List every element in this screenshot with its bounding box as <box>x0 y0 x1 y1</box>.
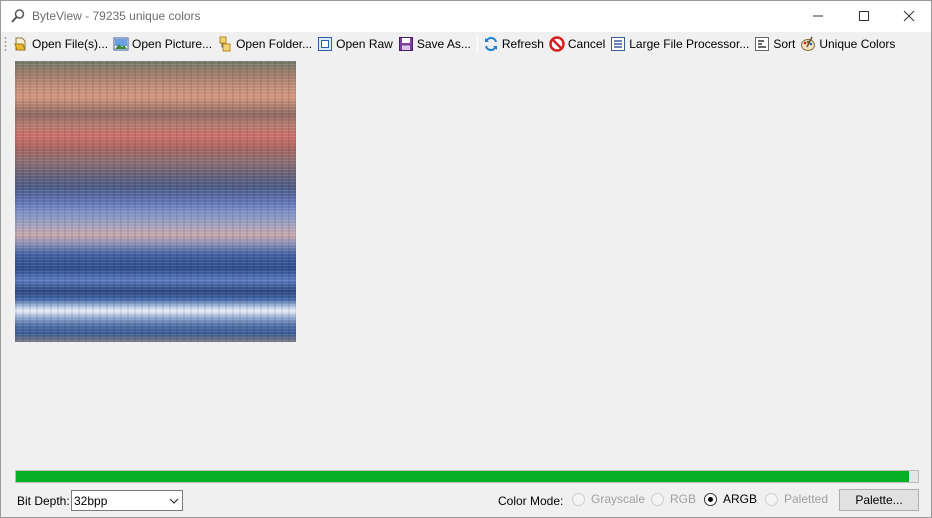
unique-colors-label: Unique Colors <box>819 37 896 51</box>
bottom-controls: Bit Depth: 32bpp Color Mode: Grayscale R… <box>1 488 931 512</box>
open-files-button[interactable]: Open File(s)... <box>11 33 111 55</box>
folder-icon <box>219 36 231 52</box>
app-window: ByteView - 79235 unique colors Open File… <box>0 0 932 518</box>
radio-paletted[interactable]: Paletted <box>765 492 828 506</box>
chevron-down-icon <box>169 498 179 504</box>
large-file-processor-button[interactable]: Large File Processor... <box>608 33 752 55</box>
minimize-icon <box>813 15 823 17</box>
bit-depth-value: 32bpp <box>74 494 108 508</box>
toolbar-grip[interactable] <box>4 36 7 52</box>
sort-label: Sort <box>773 37 796 51</box>
save-as-button[interactable]: Save As... <box>396 33 474 55</box>
toolbar: Open File(s)... Open Picture... Open Fol… <box>1 32 931 56</box>
toolbar-separator <box>476 35 478 53</box>
save-as-label: Save As... <box>416 37 471 51</box>
progress-fill <box>16 471 909 482</box>
radio-rgb[interactable]: RGB <box>651 492 696 506</box>
sort-button[interactable]: Sort <box>752 33 798 55</box>
radio-paletted-dot <box>765 492 778 506</box>
close-button[interactable] <box>886 1 931 31</box>
refresh-icon <box>484 36 497 52</box>
open-picture-button[interactable]: Open Picture... <box>111 33 215 55</box>
magnifier-icon <box>10 8 26 24</box>
maximize-icon <box>859 11 869 21</box>
radio-argb[interactable]: ARGB <box>704 492 757 506</box>
maximize-button[interactable] <box>841 1 887 31</box>
raw-icon <box>318 37 333 51</box>
radio-rgb-dot <box>651 492 664 506</box>
open-raw-label: Open Raw <box>336 37 393 51</box>
open-raw-button[interactable]: Open Raw <box>315 33 396 55</box>
image-noise-overlay <box>15 61 296 342</box>
open-folder-label: Open Folder... <box>236 37 313 51</box>
byte-image-preview <box>15 61 296 342</box>
radio-grayscale-label: Grayscale <box>591 492 646 506</box>
open-file-icon <box>14 37 26 51</box>
refresh-label: Refresh <box>501 37 544 51</box>
picture-icon <box>113 37 129 51</box>
open-picture-label: Open Picture... <box>132 37 213 51</box>
title-bar: ByteView - 79235 unique colors <box>1 1 931 32</box>
radio-argb-dot <box>704 492 717 506</box>
radio-grayscale-dot <box>572 492 585 506</box>
palette-icon <box>801 36 816 51</box>
radio-grayscale[interactable]: Grayscale <box>572 492 645 506</box>
open-folder-button[interactable]: Open Folder... <box>215 33 315 55</box>
radio-rgb-label: RGB <box>670 492 697 506</box>
radio-argb-label: ARGB <box>723 492 758 506</box>
window-title: ByteView - 79235 unique colors <box>32 9 201 23</box>
save-icon <box>398 37 413 51</box>
radio-paletted-label: Paletted <box>784 492 829 506</box>
minimize-button[interactable] <box>795 1 841 31</box>
color-mode-label: Color Mode: <box>498 494 564 508</box>
large-file-processor-label: Large File Processor... <box>629 37 750 51</box>
progress-bar <box>15 470 919 483</box>
refresh-button[interactable]: Refresh <box>481 33 547 55</box>
bit-depth-select[interactable]: 32bpp <box>71 490 183 511</box>
palette-button[interactable]: Palette... <box>839 489 919 511</box>
unique-colors-button[interactable]: Unique Colors <box>798 33 898 55</box>
bit-depth-label: Bit Depth: <box>17 494 70 508</box>
close-icon <box>903 10 915 22</box>
cancel-label: Cancel <box>567 37 606 51</box>
open-files-label: Open File(s)... <box>32 37 109 51</box>
image-canvas[interactable] <box>2 57 931 465</box>
cancel-icon <box>549 36 565 52</box>
cancel-button[interactable]: Cancel <box>547 33 608 55</box>
sort-icon <box>755 37 770 51</box>
list-icon <box>611 37 626 51</box>
